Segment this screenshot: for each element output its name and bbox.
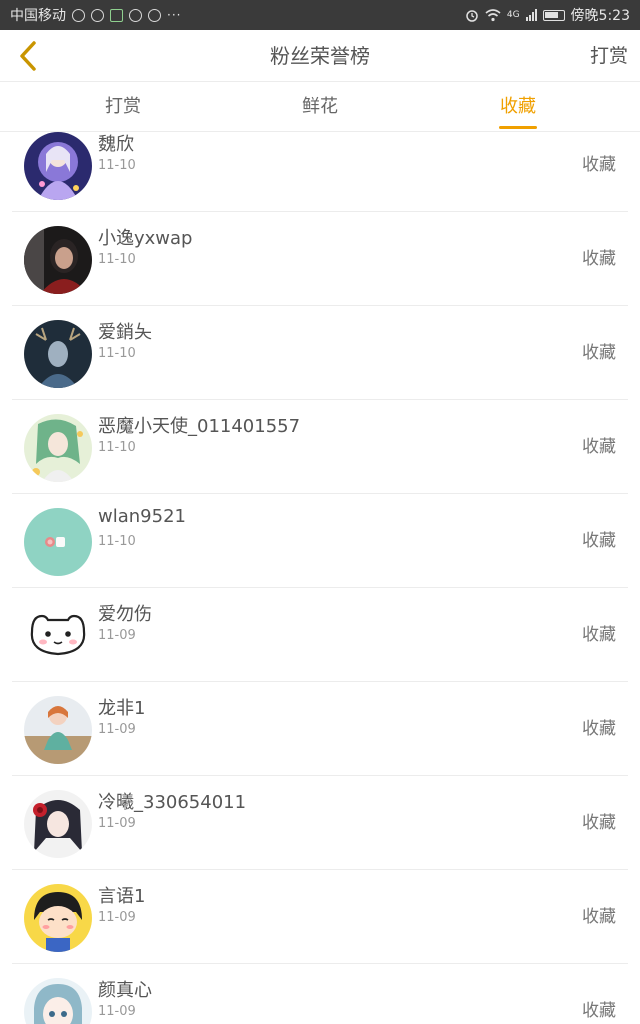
avatar — [24, 226, 92, 294]
fan-action-label: 收藏 — [582, 155, 616, 175]
fan-name: 言语1 — [98, 886, 146, 907]
list-item[interactable]: 魏欣 11-10 收藏 — [12, 132, 628, 212]
reward-button[interactable]: 打赏 — [590, 30, 628, 82]
fan-date: 11-09 — [98, 628, 136, 643]
avatar — [24, 508, 92, 576]
fan-name: 冷曦_330654011 — [98, 792, 247, 813]
avatar — [24, 602, 92, 670]
fan-date: 11-10 — [98, 534, 136, 549]
fan-name: 颜真心 — [98, 980, 152, 1001]
fan-action-label: 收藏 — [582, 249, 616, 269]
fan-date: 11-09 — [98, 910, 136, 925]
fan-name: wlan9521 — [98, 506, 186, 527]
signal-icon — [525, 9, 537, 21]
fan-name: 爱勿伤 — [98, 604, 152, 625]
list-item[interactable]: 龙非1 11-09 收藏 — [12, 682, 628, 776]
fan-date: 11-09 — [98, 816, 136, 831]
fan-date: 11-09 — [98, 722, 136, 737]
app-notification-icon — [91, 8, 104, 22]
fan-action-label: 收藏 — [582, 907, 616, 927]
fan-action-label: 收藏 — [582, 437, 616, 457]
app-notification-icon — [72, 8, 85, 22]
tab-reward[interactable]: 打赏 — [63, 82, 183, 132]
avatar — [24, 978, 92, 1024]
tab-label: 收藏 — [500, 96, 536, 117]
clock-time: 傍晚5:23 — [570, 8, 630, 24]
avatar — [24, 320, 92, 388]
fan-list[interactable]: 魏欣 11-10 收藏 小逸yxwap 11-10 收藏 爱銷夨 11-10 收… — [0, 132, 640, 1024]
fan-action-label: 收藏 — [582, 719, 616, 739]
tab-bar: 打赏 鲜花 收藏 — [0, 82, 640, 132]
wifi-icon — [485, 8, 501, 21]
app-notification-icon — [148, 8, 161, 22]
list-item[interactable]: 冷曦_330654011 11-09 收藏 — [12, 776, 628, 870]
avatar — [24, 884, 92, 952]
status-left: 中国移动 ··· — [10, 5, 181, 25]
list-item[interactable]: 小逸yxwap 11-10 收藏 — [12, 212, 628, 306]
app-notification-icon — [129, 8, 142, 22]
fan-action-label: 收藏 — [582, 625, 616, 645]
fan-action-label: 收藏 — [582, 343, 616, 363]
tab-flowers[interactable]: 鲜花 — [260, 82, 380, 132]
fan-action-label: 收藏 — [582, 531, 616, 551]
fan-name: 爱銷夨 — [98, 322, 152, 343]
fan-action-label: 收藏 — [582, 813, 616, 833]
fan-name: 龙非1 — [98, 698, 146, 719]
carrier-label: 中国移动 — [10, 8, 66, 24]
tab-label: 鲜花 — [302, 96, 338, 117]
list-item[interactable]: wlan9521 11-10 收藏 — [12, 494, 628, 588]
avatar — [24, 696, 92, 764]
tab-label: 打赏 — [105, 96, 141, 117]
active-tab-indicator — [499, 126, 537, 129]
list-item[interactable]: 颜真心 11-09 收藏 — [12, 964, 628, 1024]
fan-action-label: 收藏 — [582, 1001, 616, 1021]
avatar — [24, 414, 92, 482]
list-item[interactable]: 言语1 11-09 收藏 — [12, 870, 628, 964]
list-item[interactable]: 爱銷夨 11-10 收藏 — [12, 306, 628, 400]
fan-name: 魏欣 — [98, 134, 134, 155]
status-right: 4G 傍晚5:23 — [465, 5, 630, 25]
network-type-label: 4G — [506, 10, 520, 20]
fan-date: 11-10 — [98, 440, 136, 455]
fan-name: 小逸yxwap — [98, 228, 193, 249]
wechat-notification-icon — [110, 8, 123, 22]
fan-date: 11-10 — [98, 252, 136, 267]
status-bar: 中国移动 ··· 4G 傍晚5:23 — [0, 0, 640, 30]
fan-name: 恶魔小天使_011401557 — [98, 416, 301, 437]
fan-date: 11-09 — [98, 1004, 136, 1019]
fan-date: 11-10 — [98, 158, 136, 173]
app-header: 粉丝荣誉榜 打赏 — [0, 30, 640, 82]
alarm-icon — [466, 10, 478, 22]
more-notifications-icon: ··· — [167, 8, 182, 22]
list-item[interactable]: 恶魔小天使_011401557 11-10 收藏 — [12, 400, 628, 494]
battery-icon — [542, 9, 565, 21]
avatar — [24, 132, 92, 200]
avatar — [24, 790, 92, 858]
fan-date: 11-10 — [98, 346, 136, 361]
tab-favorites[interactable]: 收藏 — [458, 82, 578, 132]
list-item[interactable]: 爱勿伤 11-09 收藏 — [12, 588, 628, 682]
page-title: 粉丝荣誉榜 — [270, 44, 370, 68]
